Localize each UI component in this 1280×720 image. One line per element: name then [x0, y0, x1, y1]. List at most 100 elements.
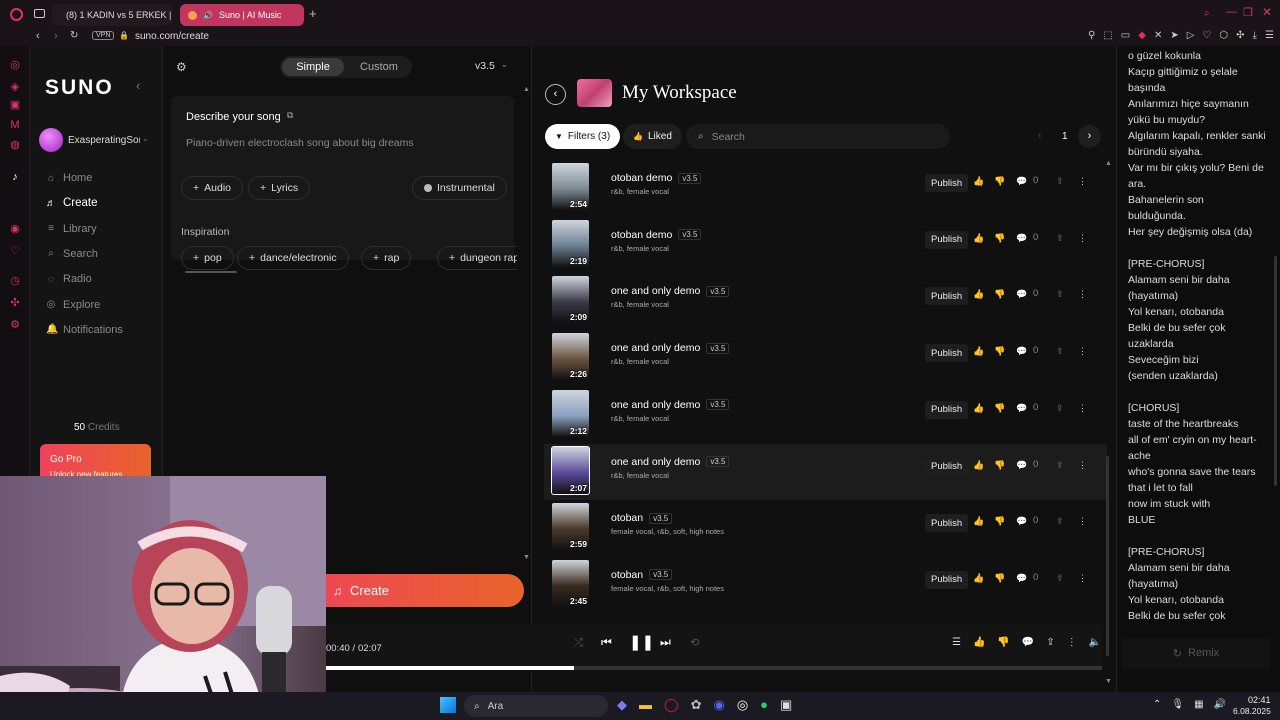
sidebar-item-search[interactable]: ⌕ Search	[46, 248, 98, 260]
scroll-up-icon[interactable]: ▲	[1105, 160, 1112, 167]
publish-button[interactable]: Publish	[925, 514, 969, 533]
song-thumbnail[interactable]: 2:54	[552, 163, 589, 210]
publish-button[interactable]: Publish	[925, 400, 969, 419]
song-title[interactable]: otoban demo	[611, 229, 672, 241]
copilot-icon[interactable]: ◆	[617, 697, 627, 713]
song-row[interactable]: 2:26 one and only demo v3.5 r&b, female voc…	[544, 330, 1107, 386]
avatar[interactable]	[39, 128, 63, 152]
dislike-icon[interactable]: 👎	[994, 289, 1005, 300]
collapse-sidebar-icon[interactable]: ‹	[136, 78, 140, 93]
more-options-icon[interactable]: ⋮	[1078, 403, 1087, 414]
song-row[interactable]: 2:12 one and only demo v3.5 r&b, female voc…	[544, 387, 1107, 443]
model-select[interactable]: v3.5 ⌄	[475, 60, 508, 72]
tab-overview-icon[interactable]	[34, 9, 45, 18]
progress-track[interactable]	[326, 666, 1102, 670]
snapshot-icon[interactable]: ⬚	[1103, 30, 1112, 41]
song-thumbnail[interactable]: 2:12	[552, 389, 589, 437]
song-tags[interactable]: female vocal, r&b, soft, high notes	[611, 584, 724, 593]
sidebar-item-library[interactable]: ≡ Library	[46, 223, 97, 235]
publish-button[interactable]: Publish	[925, 287, 969, 306]
song-thumbnail[interactable]: 2:45	[552, 559, 589, 607]
mode-simple-tab[interactable]: Simple	[282, 58, 344, 76]
instagram-icon[interactable]: ▣	[8, 98, 22, 112]
taskbar-search[interactable]: ⌕ Ara	[464, 695, 608, 717]
bookmarks-icon[interactable]: ♡	[8, 244, 22, 258]
song-title[interactable]: otoban	[611, 569, 643, 581]
song-thumbnail[interactable]: 2:07	[551, 445, 590, 495]
next-page-button[interactable]: ›	[1078, 125, 1101, 148]
tab-youtube[interactable]: (8) 1 KADIN vs 5 ERKEK |	[52, 4, 172, 26]
publish-button[interactable]: Publish	[925, 230, 969, 249]
more-options-icon[interactable]: ⋮	[1078, 573, 1087, 584]
dislike-icon[interactable]: 👎	[994, 233, 1005, 244]
song-tags[interactable]: r&b, female vocal	[611, 414, 669, 423]
gmail-icon[interactable]: M	[8, 118, 22, 132]
comment-icon[interactable]: 💬	[1016, 289, 1027, 300]
chevron-up-icon[interactable]: ⌃	[1153, 699, 1161, 710]
publish-button[interactable]: Publish	[925, 174, 969, 192]
queue-icon[interactable]: ☰	[952, 637, 961, 648]
like-icon[interactable]: 👍	[973, 516, 984, 527]
sidebar-item-radio[interactable]: ◌ Radio	[46, 273, 92, 285]
volume-icon[interactable]: 🔈	[1089, 637, 1101, 648]
opera-gx-icon[interactable]: ◎	[737, 697, 748, 713]
song-tags[interactable]: female vocal, r&b, soft, high notes	[611, 527, 724, 536]
dislike-icon[interactable]: 👎	[994, 176, 1005, 187]
like-icon[interactable]: 👍	[973, 233, 984, 244]
comment-icon[interactable]: 💬	[1016, 346, 1027, 357]
messenger-icon[interactable]: ◈	[8, 80, 22, 94]
inspiration-tag[interactable]: + dungeon rap	[437, 246, 517, 270]
play-icon[interactable]: ▷	[1187, 30, 1195, 41]
song-thumbnail[interactable]: 2:19	[552, 219, 589, 267]
url-field[interactable]: suno.com/create	[135, 31, 209, 42]
dislike-icon[interactable]: 👎	[994, 460, 1005, 471]
extensions-icon[interactable]: ✣	[1236, 30, 1244, 41]
comment-icon[interactable]: 💬	[1016, 403, 1027, 414]
workspace-back-button[interactable]: ‹	[545, 84, 566, 105]
settings-gear-icon[interactable]: ⚙	[176, 60, 187, 74]
new-tab-button[interactable]: +	[309, 6, 317, 21]
vpn-badge[interactable]: VPN	[92, 31, 115, 40]
comment-icon[interactable]: 💬	[1022, 637, 1034, 648]
more-options-icon[interactable]: ⋮	[1078, 176, 1087, 187]
cube-icon[interactable]: ⬡	[1219, 30, 1228, 41]
suno-logo[interactable]: SUNO	[45, 76, 114, 100]
sidebar-item-home[interactable]: ⌂ Home	[46, 172, 92, 184]
inspiration-scrollbar[interactable]	[185, 271, 237, 273]
comment-icon[interactable]: 💬	[1016, 460, 1027, 471]
sidebar-item-explore[interactable]: ◎ Explore	[46, 299, 101, 311]
close-window-icon[interactable]: ✕	[1262, 5, 1272, 19]
opera-logo-icon[interactable]	[10, 8, 23, 21]
heart-icon[interactable]: ♡	[1202, 30, 1211, 41]
search-input[interactable]: Search	[712, 131, 745, 143]
taskbar-search-input[interactable]: Ara	[488, 701, 504, 712]
whatsapp-icon[interactable]: ◍	[8, 138, 22, 152]
discord-icon[interactable]: ◉	[713, 697, 724, 713]
repeat-icon[interactable]: ⟲	[690, 636, 699, 649]
song-thumbnail[interactable]: 2:09	[552, 276, 589, 324]
mode-custom-tab[interactable]: Custom	[348, 58, 410, 76]
microphone-icon[interactable]: 🎙	[1171, 699, 1184, 710]
remix-button[interactable]: ↻ Remix	[1121, 638, 1271, 668]
lyrics-scrollbar[interactable]	[1274, 256, 1277, 486]
share-icon[interactable]: ⇪	[1056, 516, 1064, 527]
windows-start-icon[interactable]	[440, 697, 456, 713]
workspace-scrollbar[interactable]	[1106, 456, 1109, 656]
share-icon[interactable]: ⇪	[1056, 460, 1064, 471]
tab-suno[interactable]: 🔊 Suno | AI Music	[180, 4, 304, 26]
song-row[interactable]: 2:07 one and only demo v3.5 r&b, female voc…	[544, 443, 1107, 500]
translate-icon[interactable]: ✕	[1154, 30, 1162, 41]
clock-date[interactable]: 6.08.2025	[1233, 706, 1271, 716]
dislike-icon[interactable]: 👎	[994, 516, 1005, 527]
dislike-icon[interactable]: 👎	[994, 403, 1005, 414]
maximize-icon[interactable]: ❐	[1243, 6, 1253, 19]
network-icon[interactable]: ▦	[1194, 699, 1203, 710]
inspiration-tag[interactable]: + dance/electronic	[237, 246, 349, 270]
like-icon[interactable]: 👍	[973, 289, 984, 300]
like-icon[interactable]: 👍	[973, 176, 984, 187]
settings-side-icon[interactable]: ⚙	[8, 318, 22, 332]
spotify-icon[interactable]: ●	[760, 697, 768, 713]
song-thumbnail[interactable]: 2:59	[552, 503, 589, 551]
comment-icon[interactable]: 💬	[1016, 516, 1027, 527]
song-row[interactable]: 2:19 otoban demo v3.5 r&b, female vocal Publ…	[544, 217, 1107, 273]
